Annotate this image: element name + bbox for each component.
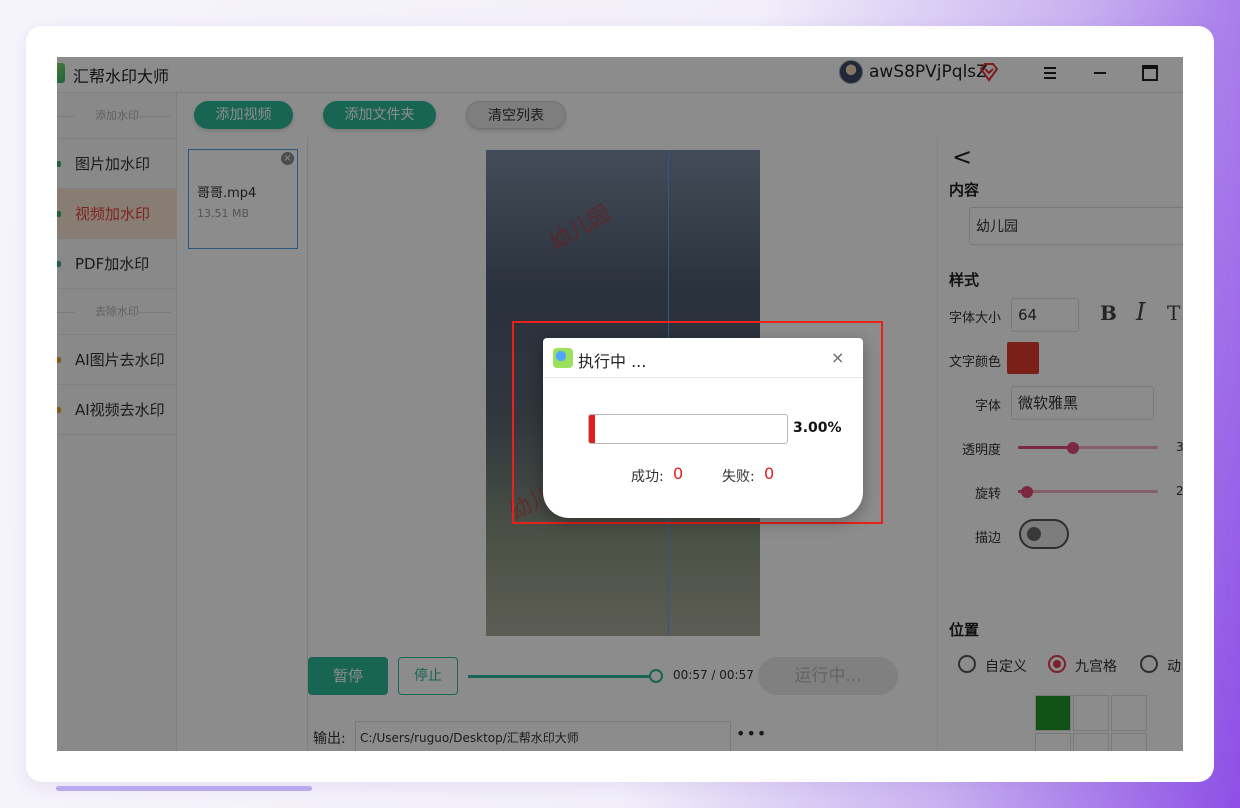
app-icon: [553, 348, 573, 368]
progress-percent: 3.00%: [793, 420, 842, 436]
close-icon[interactable]: ×: [831, 348, 844, 367]
fail-label: 失败:: [722, 469, 755, 485]
dialog-title: 执行中 ...: [578, 352, 647, 371]
success-count: 0: [673, 464, 684, 483]
fail-count: 0: [764, 464, 775, 483]
dialog-header: 执行中 ... ×: [543, 338, 863, 378]
app-window: 汇帮水印大师 awS8PVjPqlsZ 添加水印 图片加水印 视频加水印 PDF…: [57, 57, 1183, 751]
success-label: 成功:: [631, 469, 664, 485]
progress-bar: [588, 414, 788, 444]
scroll-indicator: [56, 786, 312, 791]
progress-dialog: 执行中 ... × 3.00% 成功: 0 失败: 0: [543, 338, 863, 518]
progress-bar-fill: [589, 415, 595, 443]
